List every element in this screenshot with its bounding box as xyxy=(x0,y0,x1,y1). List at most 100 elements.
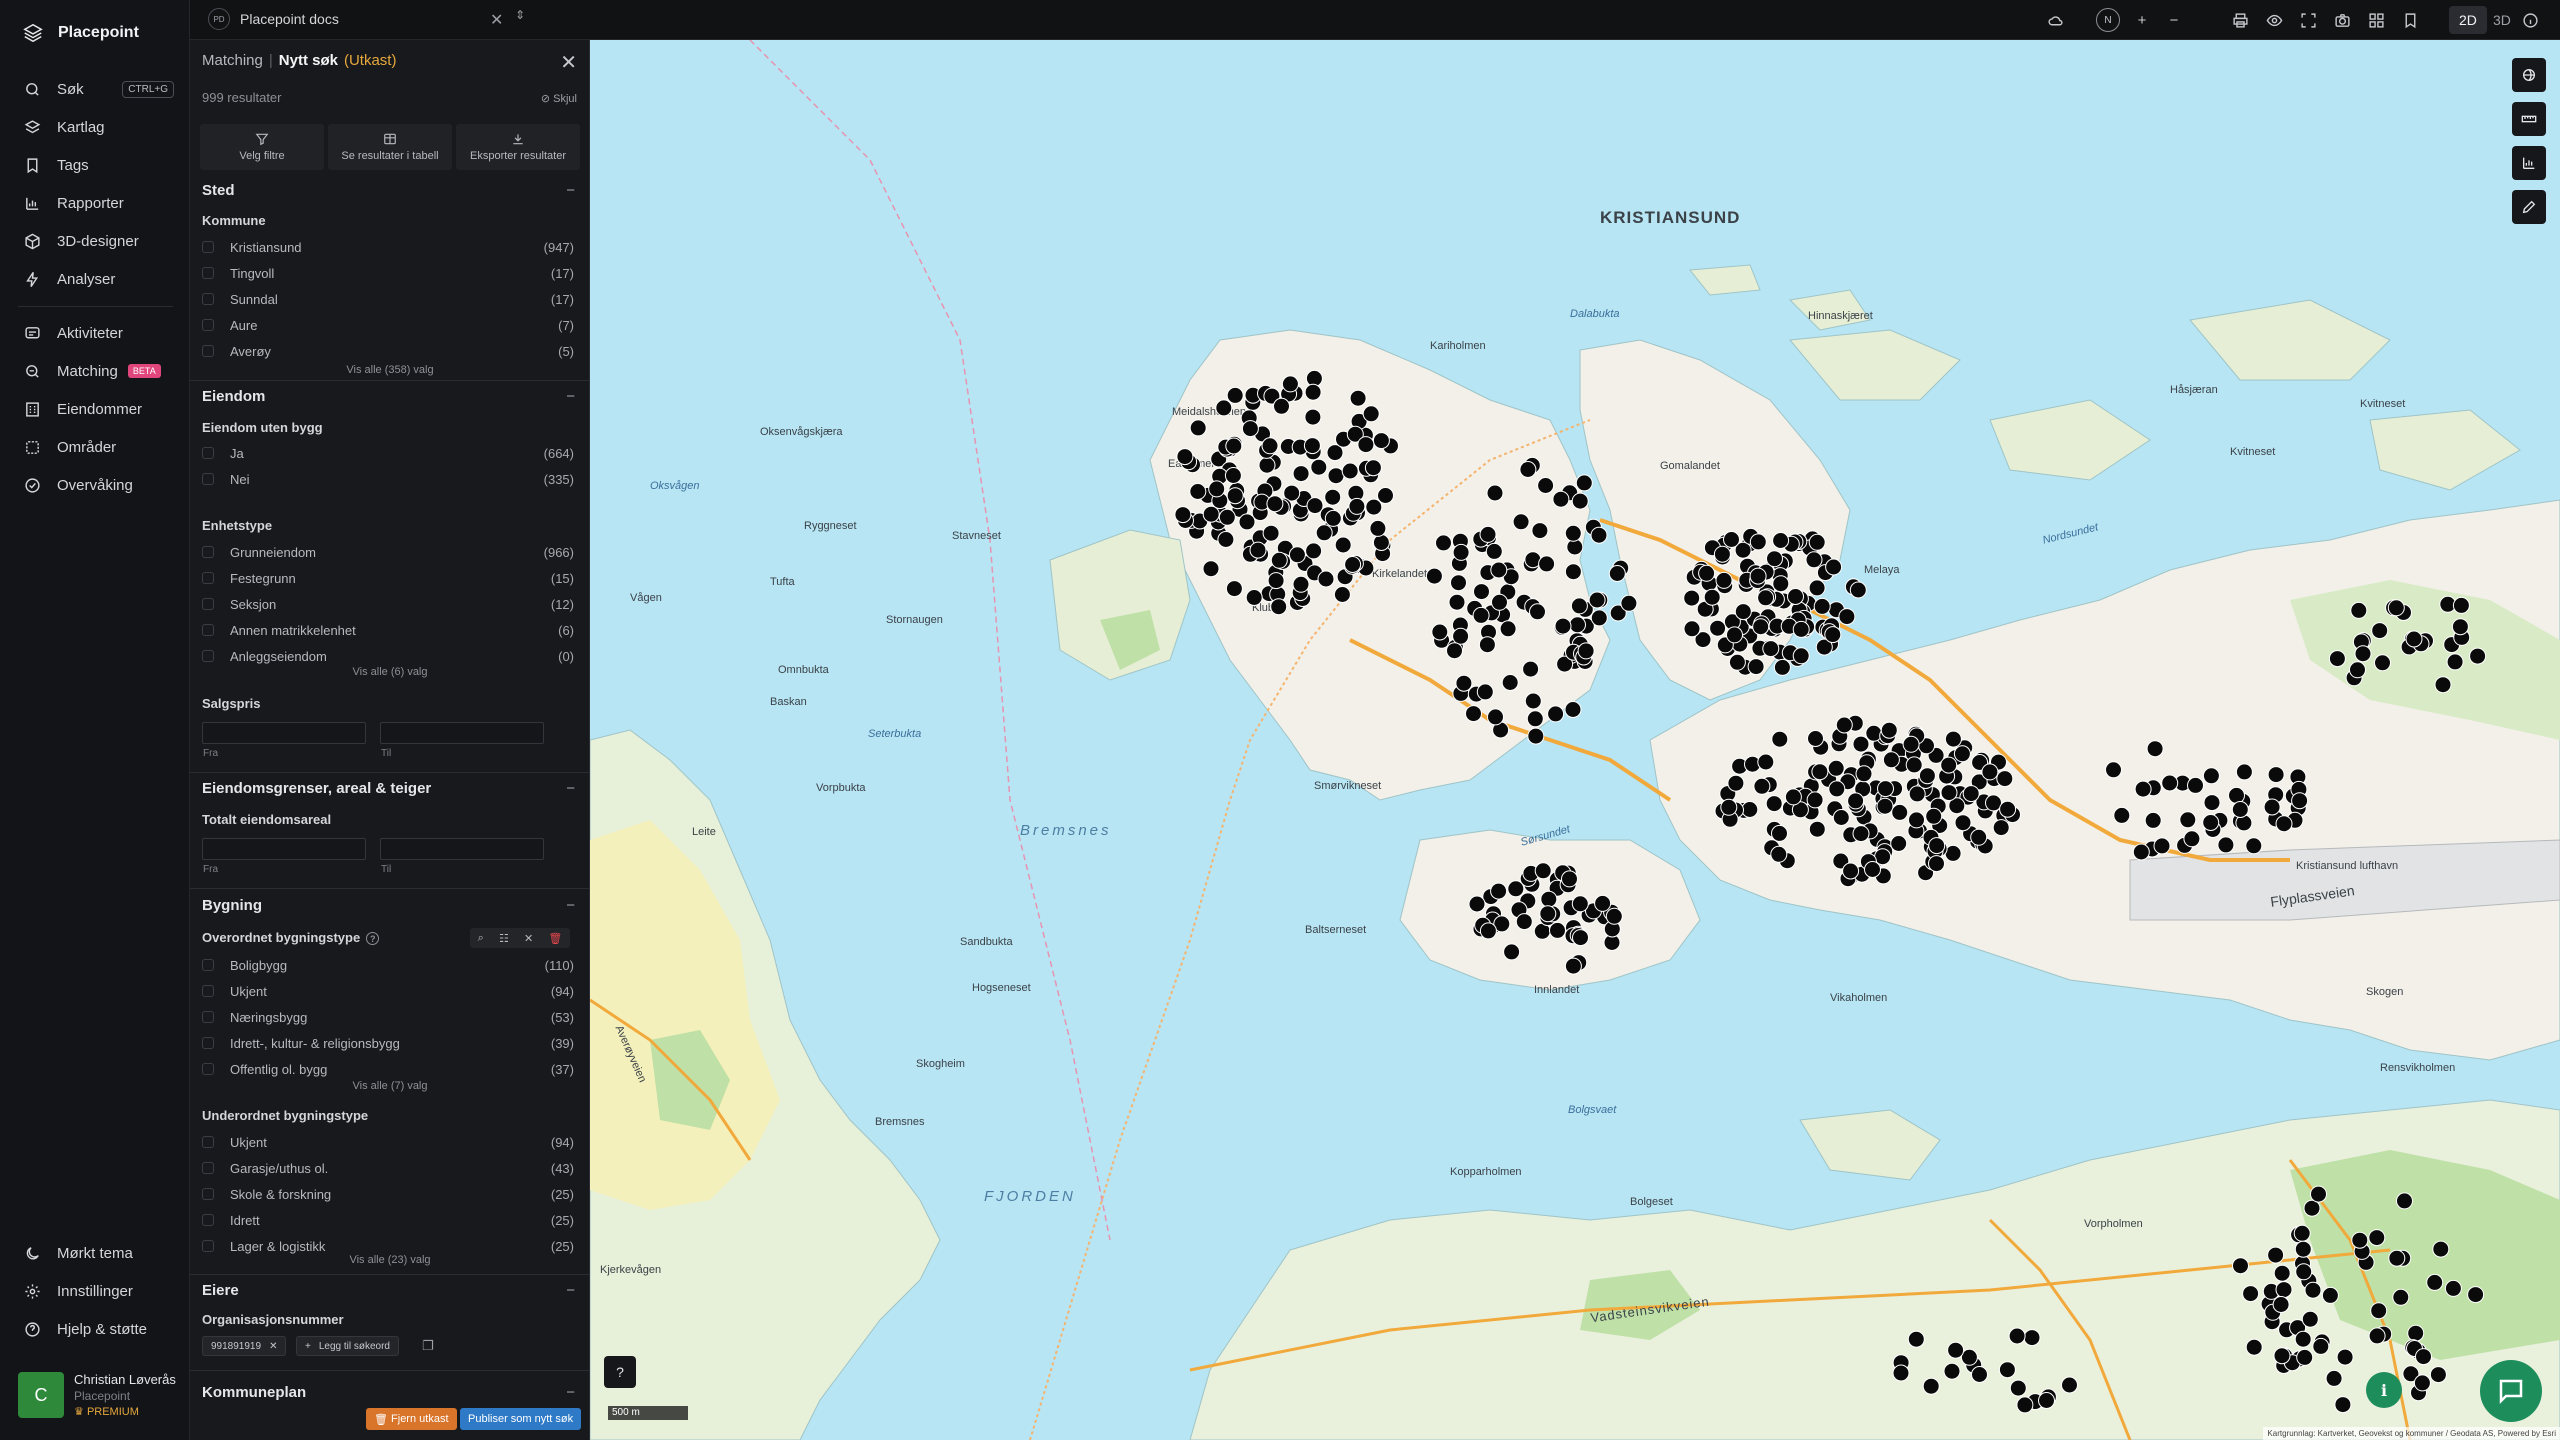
areal-to-input[interactable] xyxy=(380,838,544,860)
result-marker[interactable] xyxy=(2349,661,2366,679)
result-marker[interactable] xyxy=(2396,1192,2413,1210)
sidebar-item-rapporter[interactable]: Rapporter xyxy=(24,188,174,218)
result-marker[interactable] xyxy=(1522,660,1540,678)
result-marker[interactable] xyxy=(1811,763,1829,781)
result-marker[interactable] xyxy=(1202,505,1220,523)
option-enhetstype[interactable]: Grunneiendom (966) xyxy=(202,543,574,561)
result-marker[interactable] xyxy=(1526,710,1544,728)
result-marker[interactable] xyxy=(1218,508,1236,526)
result-marker[interactable] xyxy=(1905,756,1923,774)
result-marker[interactable] xyxy=(1446,642,1463,660)
result-marker[interactable] xyxy=(1806,791,1824,809)
result-marker[interactable] xyxy=(1507,880,1525,898)
result-marker[interactable] xyxy=(1571,895,1589,913)
result-marker[interactable] xyxy=(1452,543,1470,561)
result-marker[interactable] xyxy=(1537,477,1555,494)
show-all-link[interactable]: Vis alle (358) valg xyxy=(200,364,580,376)
result-marker[interactable] xyxy=(2275,815,2293,833)
result-marker[interactable] xyxy=(2245,1338,2263,1356)
result-marker[interactable] xyxy=(2179,811,2197,829)
result-marker[interactable] xyxy=(1891,803,1909,821)
result-marker[interactable] xyxy=(1267,572,1285,590)
result-marker[interactable] xyxy=(1728,653,1746,671)
checkbox[interactable] xyxy=(202,1011,214,1023)
result-marker[interactable] xyxy=(1827,759,1845,777)
info-fab-icon[interactable]: i xyxy=(2366,1372,2402,1408)
result-marker[interactable] xyxy=(1773,658,1791,676)
option-uten-bygg[interactable]: Nei (335) xyxy=(202,470,574,488)
result-marker[interactable] xyxy=(1534,862,1552,880)
result-marker[interactable] xyxy=(2374,654,2391,672)
result-marker[interactable] xyxy=(1224,467,1242,484)
result-marker[interactable] xyxy=(1876,797,1894,815)
result-marker[interactable] xyxy=(1487,708,1504,726)
result-marker[interactable] xyxy=(1539,905,1557,923)
result-marker[interactable] xyxy=(1944,730,1962,748)
show-all-link[interactable]: Vis alle (6) valg xyxy=(200,666,580,678)
result-marker[interactable] xyxy=(1215,399,1233,417)
section-bygning[interactable]: Bygning xyxy=(202,897,262,914)
option-kommune[interactable]: Kristiansund (947) xyxy=(202,238,574,256)
result-marker[interactable] xyxy=(2245,837,2263,855)
result-marker[interactable] xyxy=(1270,551,1288,569)
table-view-button[interactable]: Se resultater i tabell xyxy=(328,124,452,170)
result-marker[interactable] xyxy=(1928,855,1945,873)
result-marker[interactable] xyxy=(2301,1310,2319,1328)
result-marker[interactable] xyxy=(1372,534,1390,551)
map-tool-globe[interactable] xyxy=(2512,58,2546,92)
result-marker[interactable] xyxy=(1971,1366,1988,1383)
result-marker[interactable] xyxy=(2146,740,2164,758)
result-marker[interactable] xyxy=(1501,674,1519,691)
result-marker[interactable] xyxy=(2351,1231,2369,1249)
eye-icon[interactable] xyxy=(2264,10,2284,30)
result-marker[interactable] xyxy=(1772,532,1790,549)
collapse-icon[interactable]: − xyxy=(566,780,575,797)
result-marker[interactable] xyxy=(1334,536,1352,554)
option-kommune[interactable]: Sunndal (17) xyxy=(202,290,574,308)
result-marker[interactable] xyxy=(1452,627,1470,645)
result-marker[interactable] xyxy=(2325,1369,2343,1387)
result-marker[interactable] xyxy=(2183,830,2201,848)
result-marker[interactable] xyxy=(2132,843,2150,861)
result-marker[interactable] xyxy=(1713,545,1731,563)
result-marker[interactable] xyxy=(1572,929,1589,947)
result-marker[interactable] xyxy=(1258,456,1276,474)
result-marker[interactable] xyxy=(2232,1257,2249,1275)
result-marker[interactable] xyxy=(1431,623,1449,641)
result-marker[interactable] xyxy=(1349,389,1367,407)
publish-button[interactable]: Publiser som nytt søk xyxy=(460,1408,582,1430)
brand[interactable]: Placepoint xyxy=(22,20,139,46)
option-overordnet[interactable]: Offentlig ol. bygg (37) xyxy=(202,1060,574,1078)
result-marker[interactable] xyxy=(1999,800,2017,818)
map-tool-draw[interactable] xyxy=(2512,190,2546,224)
result-marker[interactable] xyxy=(1771,824,1788,842)
checkbox[interactable] xyxy=(202,1214,214,1226)
result-marker[interactable] xyxy=(1317,570,1335,588)
checkbox[interactable] xyxy=(202,319,214,331)
result-marker[interactable] xyxy=(1787,588,1804,605)
result-marker[interactable] xyxy=(1202,560,1220,578)
option-underordnet[interactable]: Skole & forskning (25) xyxy=(202,1185,574,1203)
result-marker[interactable] xyxy=(2009,1379,2027,1397)
result-marker[interactable] xyxy=(1310,458,1328,476)
option-overordnet[interactable]: Idrett-, kultur- & religionsbygg (39) xyxy=(202,1034,574,1052)
result-marker[interactable] xyxy=(2061,1376,2078,1394)
result-marker[interactable] xyxy=(1727,774,1745,792)
result-marker[interactable] xyxy=(1824,626,1842,644)
result-marker[interactable] xyxy=(1435,534,1452,552)
result-marker[interactable] xyxy=(1928,837,1946,855)
result-marker[interactable] xyxy=(1365,498,1383,516)
result-marker[interactable] xyxy=(1749,567,1767,585)
section-eiendom[interactable]: Eiendom xyxy=(202,388,265,405)
result-marker[interactable] xyxy=(1564,701,1582,718)
option-underordnet[interactable]: Ukjent (94) xyxy=(202,1133,574,1151)
result-marker[interactable] xyxy=(1954,814,1972,832)
result-marker[interactable] xyxy=(1784,788,1802,806)
result-marker[interactable] xyxy=(1261,437,1279,455)
result-marker[interactable] xyxy=(2452,596,2470,614)
result-marker[interactable] xyxy=(1266,495,1284,513)
result-marker[interactable] xyxy=(1892,1364,1910,1382)
result-marker[interactable] xyxy=(1752,618,1770,636)
collapse-icon[interactable]: − xyxy=(566,182,575,199)
option-kommune[interactable]: Tingvoll (17) xyxy=(202,264,574,282)
